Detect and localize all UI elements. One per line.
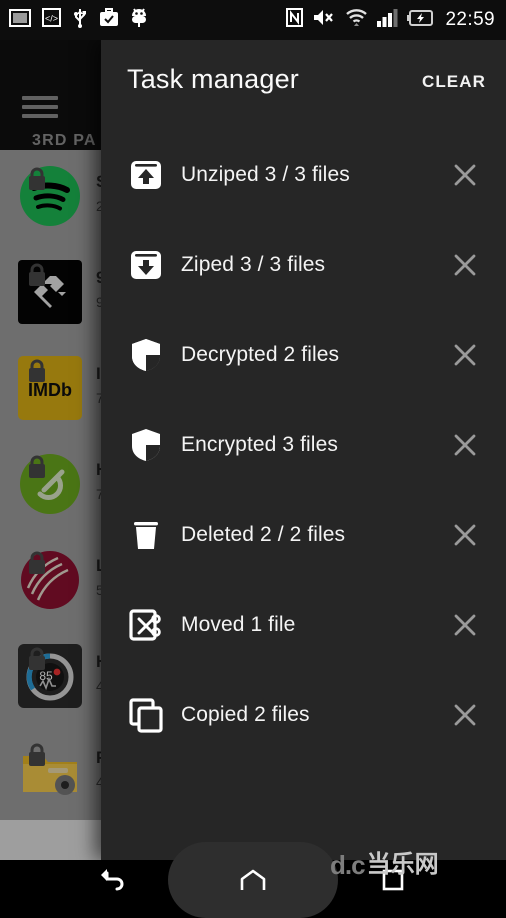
close-icon[interactable] — [448, 338, 482, 372]
trash-icon — [128, 517, 164, 553]
task-row[interactable]: Unziped 3 / 3 files — [101, 130, 506, 220]
close-icon[interactable] — [448, 158, 482, 192]
usb-icon — [72, 7, 88, 33]
copy-icon — [128, 697, 164, 733]
drawer-header: Task manager CLEAR — [101, 40, 506, 130]
task-label: Encrypted 3 files — [181, 433, 338, 456]
task-label: Deleted 2 / 2 files — [181, 523, 346, 546]
task-row[interactable]: Copied 2 files — [101, 670, 506, 760]
task-label: Decrypted 2 files — [181, 343, 340, 366]
android-debug-icon — [130, 7, 148, 33]
clear-button[interactable]: CLEAR — [422, 72, 486, 92]
cut-move-icon — [128, 607, 164, 643]
status-bar: </> 22:59 — [0, 0, 506, 40]
signal-bars-icon — [377, 8, 398, 32]
task-label: Ziped 3 / 3 files — [181, 253, 326, 276]
status-right-icons: 22:59 — [286, 8, 506, 32]
task-manager-drawer: Task manager CLEAR Unziped 3 / 3 files Z… — [101, 40, 506, 860]
developer-code-icon: </> — [42, 8, 61, 32]
screenshot-icon — [9, 8, 31, 32]
nfc-icon — [286, 8, 304, 32]
shield-encrypt-icon — [128, 427, 164, 463]
shield-decrypt-icon — [128, 337, 164, 373]
home-icon[interactable] — [218, 860, 288, 900]
task-row[interactable]: Deleted 2 / 2 files — [101, 490, 506, 580]
svg-text:</>: </> — [45, 14, 58, 24]
task-row[interactable]: Encrypted 3 files — [101, 400, 506, 490]
close-icon[interactable] — [448, 608, 482, 642]
back-icon[interactable] — [78, 860, 148, 900]
work-profile-icon — [99, 8, 119, 32]
status-left-icons: </> — [0, 7, 148, 33]
task-row[interactable]: Decrypted 2 files — [101, 310, 506, 400]
close-icon[interactable] — [448, 248, 482, 282]
close-icon[interactable] — [448, 518, 482, 552]
volume-mute-icon — [312, 8, 336, 32]
task-row[interactable]: Moved 1 file — [101, 580, 506, 670]
battery-charging-icon — [407, 9, 434, 31]
unzip-icon — [128, 157, 164, 193]
close-icon[interactable] — [448, 698, 482, 732]
recents-icon[interactable] — [358, 860, 428, 900]
zip-icon — [128, 247, 164, 283]
navigation-bar — [0, 842, 506, 918]
task-row[interactable]: Ziped 3 / 3 files — [101, 220, 506, 310]
task-label: Unziped 3 / 3 files — [181, 163, 350, 186]
page-title: Task manager — [127, 64, 299, 94]
status-clock: 22:59 — [445, 9, 495, 30]
task-list: Unziped 3 / 3 files Ziped 3 / 3 files De… — [101, 130, 506, 860]
close-icon[interactable] — [448, 428, 482, 462]
wifi-icon — [345, 8, 368, 32]
phone-screen: 3RD PA S 2 — [0, 0, 506, 918]
task-label: Copied 2 files — [181, 703, 310, 726]
task-label: Moved 1 file — [181, 613, 296, 636]
